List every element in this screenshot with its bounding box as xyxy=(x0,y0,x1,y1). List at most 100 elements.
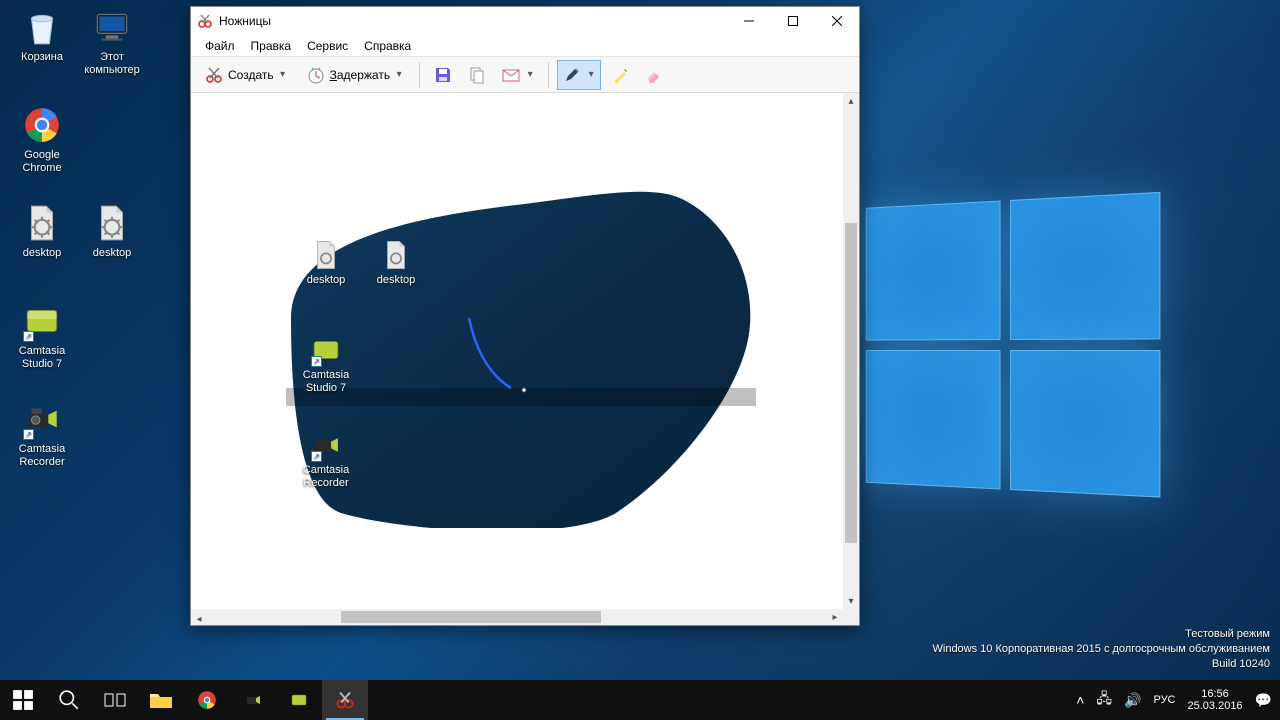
watermark-line3: Build 10240 xyxy=(933,657,1271,672)
ini-file-icon xyxy=(309,238,343,272)
scissors-icon xyxy=(204,65,224,85)
tray-volume-icon[interactable]: 🔊 xyxy=(1124,692,1141,709)
start-button[interactable] xyxy=(0,680,46,720)
horizontal-scrollbar[interactable]: ◂ ▸ xyxy=(191,609,843,625)
clock-icon xyxy=(306,65,326,85)
camtasia-studio-icon xyxy=(309,333,343,367)
new-snip-button[interactable]: Создать ▾ xyxy=(197,60,295,90)
snipping-tool-window[interactable]: Ножницы Файл Правка Сервис Справка Созда… xyxy=(190,6,860,626)
menu-tools[interactable]: Сервис xyxy=(301,37,354,55)
separator xyxy=(419,62,420,88)
taskbar-camtasia-studio[interactable] xyxy=(276,680,322,720)
camtasia-studio-icon xyxy=(21,300,63,342)
pen-icon xyxy=(562,65,582,85)
action-center-icon[interactable]: 💬 xyxy=(1255,692,1272,709)
desktop-ini-2[interactable]: desktop xyxy=(74,202,150,260)
windows-logo-wallpaper xyxy=(866,191,1171,508)
pen-button[interactable]: ▾ xyxy=(557,60,601,90)
menu-edit[interactable]: Правка xyxy=(245,37,298,55)
vertical-scrollbar[interactable]: ▴ ▾ xyxy=(843,93,859,609)
desktop-ini-1[interactable]: desktop xyxy=(4,202,80,260)
copy-button[interactable] xyxy=(462,60,492,90)
search-button[interactable] xyxy=(46,680,92,720)
chevron-down-icon[interactable]: ▾ xyxy=(278,69,288,80)
snipping-tool-icon xyxy=(197,13,213,29)
recycle-bin[interactable]: Корзина xyxy=(4,6,80,64)
content-area: desktop desktop Camtasia Studio 7 C xyxy=(191,93,859,625)
shortcut-arrow-icon xyxy=(23,331,34,342)
taskbar-snipping-tool[interactable] xyxy=(322,680,368,720)
ini-file-icon xyxy=(21,202,63,244)
tray-clock[interactable]: 16:56 25.03.2016 xyxy=(1188,688,1243,712)
snip-camtasia-recorder: Camtasia Recorder xyxy=(291,428,361,489)
envelope-icon xyxy=(501,65,521,85)
tray-chevron-up-icon[interactable]: ˄ xyxy=(1076,692,1084,708)
copy-icon xyxy=(467,65,487,85)
eraser-button[interactable] xyxy=(639,60,669,90)
camtasia-recorder-icon xyxy=(309,428,343,462)
delay-label: Задержать xyxy=(330,68,390,82)
desktop-ini-1-label: desktop xyxy=(4,247,80,260)
ini-file-icon xyxy=(379,238,413,272)
system-tray[interactable]: ˄ 🖧 🔊 РУС 16:56 25.03.2016 💬 xyxy=(1076,688,1280,712)
scroll-thumb[interactable] xyxy=(845,223,857,543)
window-title: Ножницы xyxy=(219,14,271,28)
minimize-button[interactable] xyxy=(727,7,771,35)
recycle-bin-label: Корзина xyxy=(4,51,80,64)
titlebar[interactable]: Ножницы xyxy=(191,7,859,35)
tray-language[interactable]: РУС xyxy=(1153,694,1175,706)
scroll-up-arrow[interactable]: ▴ xyxy=(843,93,859,109)
floppy-icon xyxy=(433,65,453,85)
scroll-corner xyxy=(843,609,859,625)
tray-network-icon[interactable]: 🖧 xyxy=(1096,688,1112,712)
scroll-right-arrow[interactable]: ▸ xyxy=(827,609,843,625)
camtasia-studio-label: Camtasia Studio 7 xyxy=(4,345,80,370)
taskbar[interactable]: ˄ 🖧 🔊 РУС 16:56 25.03.2016 💬 xyxy=(0,680,1280,720)
task-view-button[interactable] xyxy=(92,680,138,720)
send-button[interactable]: ▾ xyxy=(496,60,540,90)
snip-camtasia-studio: Camtasia Studio 7 xyxy=(291,333,361,394)
chrome-label: Google Chrome xyxy=(4,149,80,174)
chevron-down-icon[interactable]: ▾ xyxy=(525,69,535,80)
highlighter-button[interactable] xyxy=(605,60,635,90)
close-button[interactable] xyxy=(815,7,859,35)
scroll-down-arrow[interactable]: ▾ xyxy=(843,593,859,609)
ini-file-icon xyxy=(91,202,133,244)
chevron-down-icon[interactable]: ▾ xyxy=(394,69,404,80)
this-pc[interactable]: Этот компьютер xyxy=(74,6,150,76)
menu-help[interactable]: Справка xyxy=(358,37,417,55)
recycle-bin-icon xyxy=(21,6,63,48)
camtasia-studio[interactable]: Camtasia Studio 7 xyxy=(4,300,80,370)
maximize-button[interactable] xyxy=(771,7,815,35)
tray-date: 25.03.2016 xyxy=(1188,700,1243,712)
desktop[interactable]: Корзина Этот компьютер Google Chrome des… xyxy=(0,0,1280,720)
desktop-ini-2-label: desktop xyxy=(74,247,150,260)
menubar: Файл Правка Сервис Справка xyxy=(191,35,859,57)
taskbar-chrome[interactable] xyxy=(184,680,230,720)
tray-time: 16:56 xyxy=(1188,688,1243,700)
delay-button[interactable]: Задержать ▾ xyxy=(299,60,411,90)
taskbar-camtasia-recorder[interactable] xyxy=(230,680,276,720)
watermark-line1: Тестовый режим xyxy=(933,627,1271,642)
scroll-left-arrow[interactable]: ◂ xyxy=(191,612,207,628)
new-snip-label: Создать xyxy=(228,68,274,82)
scroll-thumb[interactable] xyxy=(341,611,601,623)
toolbar: Создать ▾ Задержать ▾ ▾ ▾ xyxy=(191,57,859,93)
snip-canvas[interactable]: desktop desktop Camtasia Studio 7 C xyxy=(191,93,843,609)
chrome-icon xyxy=(21,104,63,146)
watermark: Тестовый режим Windows 10 Корпоративная … xyxy=(933,627,1271,672)
snip-desktop-ini-2: desktop xyxy=(361,238,431,287)
watermark-line2: Windows 10 Корпоративная 2015 с долгосро… xyxy=(933,642,1271,657)
camtasia-recorder-icon xyxy=(21,398,63,440)
freeform-snip: desktop desktop Camtasia Studio 7 C xyxy=(286,183,756,528)
menu-file[interactable]: Файл xyxy=(199,37,241,55)
camtasia-recorder-label: Camtasia Recorder xyxy=(4,443,80,468)
chrome[interactable]: Google Chrome xyxy=(4,104,80,174)
save-button[interactable] xyxy=(428,60,458,90)
separator xyxy=(548,62,549,88)
chevron-down-icon[interactable]: ▾ xyxy=(586,69,596,80)
taskbar-explorer[interactable] xyxy=(138,680,184,720)
camtasia-recorder[interactable]: Camtasia Recorder xyxy=(4,398,80,468)
shortcut-arrow-icon xyxy=(23,429,34,440)
this-pc-icon xyxy=(91,6,133,48)
